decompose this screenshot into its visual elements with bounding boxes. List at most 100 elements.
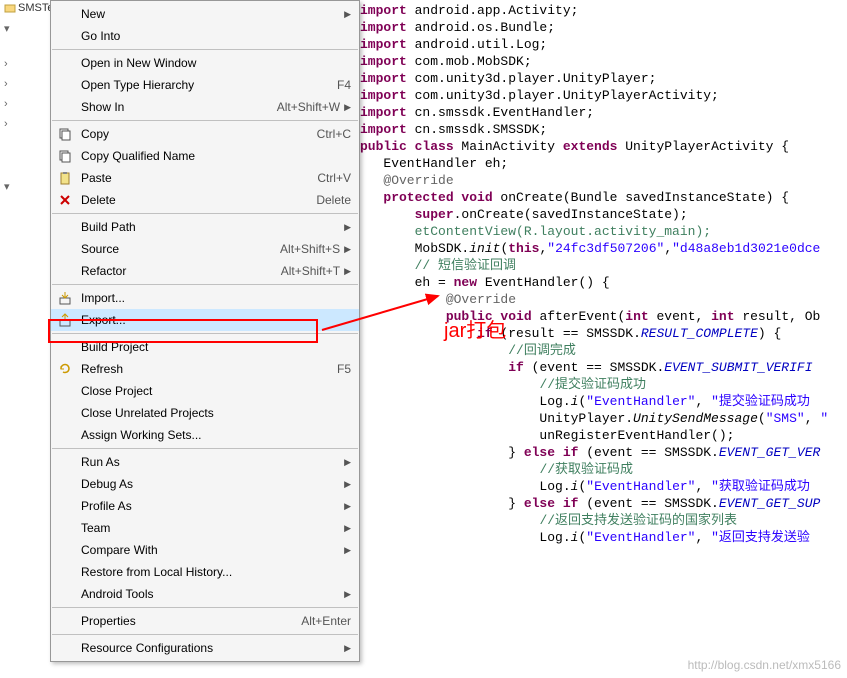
- menu-separator: [52, 607, 358, 608]
- tree-expander[interactable]: ▾: [4, 22, 10, 35]
- menu-item-open-type-hierarchy[interactable]: Open Type HierarchyF4: [51, 74, 359, 96]
- menu-item-go-into[interactable]: Go Into: [51, 25, 359, 47]
- menu-separator: [52, 634, 358, 635]
- menu-item-label: Assign Working Sets...: [77, 428, 351, 442]
- submenu-arrow-icon: ▶: [340, 9, 351, 20]
- submenu-arrow-icon: ▶: [340, 479, 351, 490]
- menu-item-refresh[interactable]: RefreshF5: [51, 358, 359, 380]
- code-line: } else if (event == SMSSDK.EVENT_GET_SUP: [360, 495, 847, 512]
- menu-item-label: Team: [77, 521, 340, 535]
- menu-item-team[interactable]: Team▶: [51, 517, 359, 539]
- code-line: //返回支持发送验证码的国家列表: [360, 512, 847, 529]
- submenu-arrow-icon: ▶: [340, 244, 351, 255]
- submenu-arrow-icon: ▶: [340, 457, 351, 468]
- menu-item-debug-as[interactable]: Debug As▶: [51, 473, 359, 495]
- submenu-arrow-icon: ▶: [340, 501, 351, 512]
- menu-item-label: Android Tools: [77, 587, 340, 601]
- blank-icon: [53, 476, 77, 492]
- menu-item-run-as[interactable]: Run As▶: [51, 451, 359, 473]
- menu-item-close-project[interactable]: Close Project: [51, 380, 359, 402]
- menu-item-shortcut: F5: [329, 362, 351, 376]
- menu-item-copy[interactable]: CopyCtrl+C: [51, 123, 359, 145]
- tree-expander[interactable]: ›: [4, 98, 8, 110]
- menu-item-label: Resource Configurations: [77, 641, 340, 655]
- menu-item-copy-qualified-name[interactable]: Copy Qualified Name: [51, 145, 359, 167]
- code-line: if (result == SMSSDK.RESULT_COMPLETE) {: [360, 325, 847, 342]
- blank-icon: [53, 99, 77, 115]
- blank-icon: [53, 263, 77, 279]
- menu-item-shortcut: F4: [329, 78, 351, 92]
- menu-separator: [52, 333, 358, 334]
- blank-icon: [53, 613, 77, 629]
- project-explorer[interactable]: SMSTest ▾ › › › › ▾: [0, 0, 50, 678]
- tree-expander[interactable]: ▾: [4, 180, 10, 193]
- code-line: import cn.smssdk.SMSSDK;: [360, 121, 847, 138]
- code-line: if (event == SMSSDK.EVENT_SUBMIT_VERIFI: [360, 359, 847, 376]
- submenu-arrow-icon: ▶: [340, 102, 351, 113]
- menu-item-label: Debug As: [77, 477, 340, 491]
- code-line: Log.i("EventHandler", "提交验证码成功: [360, 393, 847, 410]
- submenu-arrow-icon: ▶: [340, 266, 351, 277]
- menu-item-resource-configurations[interactable]: Resource Configurations▶: [51, 637, 359, 659]
- code-line: MobSDK.init(this,"24fc3df507206","d48a8e…: [360, 240, 847, 257]
- code-line: //回调完成: [360, 342, 847, 359]
- menu-item-assign-working-sets[interactable]: Assign Working Sets...: [51, 424, 359, 446]
- submenu-arrow-icon: ▶: [340, 222, 351, 233]
- context-menu: New▶Go IntoOpen in New WindowOpen Type H…: [50, 0, 360, 662]
- code-line: public void afterEvent(int event, int re…: [360, 308, 847, 325]
- menu-item-properties[interactable]: PropertiesAlt+Enter: [51, 610, 359, 632]
- submenu-arrow-icon: ▶: [340, 523, 351, 534]
- menu-item-paste[interactable]: PasteCtrl+V: [51, 167, 359, 189]
- menu-item-label: Build Project: [77, 340, 351, 354]
- menu-item-export[interactable]: Export...: [51, 309, 359, 331]
- blank-icon: [53, 77, 77, 93]
- menu-item-show-in[interactable]: Show InAlt+Shift+W▶: [51, 96, 359, 118]
- menu-item-android-tools[interactable]: Android Tools▶: [51, 583, 359, 605]
- blank-icon: [53, 498, 77, 514]
- code-line: import com.unity3d.player.UnityPlayerAct…: [360, 87, 847, 104]
- blank-icon: [53, 383, 77, 399]
- code-line: import com.unity3d.player.UnityPlayer;: [360, 70, 847, 87]
- menu-item-label: Profile As: [77, 499, 340, 513]
- menu-item-label: New: [77, 7, 340, 21]
- menu-item-import[interactable]: Import...: [51, 287, 359, 309]
- menu-item-build-path[interactable]: Build Path▶: [51, 216, 359, 238]
- menu-item-build-project[interactable]: Build Project: [51, 336, 359, 358]
- menu-item-shortcut: Delete: [308, 193, 351, 207]
- menu-item-new[interactable]: New▶: [51, 3, 359, 25]
- submenu-arrow-icon: ▶: [340, 589, 351, 600]
- menu-item-label: Paste: [77, 171, 309, 185]
- menu-item-refactor[interactable]: RefactorAlt+Shift+T▶: [51, 260, 359, 282]
- menu-item-label: Show In: [77, 100, 269, 114]
- menu-item-restore-from-local-history[interactable]: Restore from Local History...: [51, 561, 359, 583]
- menu-item-compare-with[interactable]: Compare With▶: [51, 539, 359, 561]
- menu-item-open-in-new-window[interactable]: Open in New Window: [51, 52, 359, 74]
- menu-item-source[interactable]: SourceAlt+Shift+S▶: [51, 238, 359, 260]
- menu-item-label: Run As: [77, 455, 340, 469]
- tree-expander[interactable]: ›: [4, 118, 8, 130]
- tree-expander[interactable]: ›: [4, 78, 8, 90]
- menu-item-label: Close Project: [77, 384, 351, 398]
- code-line: //提交验证码成功: [360, 376, 847, 393]
- blank-icon: [53, 6, 77, 22]
- menu-item-close-unrelated-projects[interactable]: Close Unrelated Projects: [51, 402, 359, 424]
- menu-item-shortcut: Ctrl+C: [309, 127, 351, 141]
- code-line: eh = new EventHandler() {: [360, 274, 847, 291]
- tree-expander[interactable]: ›: [4, 58, 8, 70]
- menu-item-shortcut: Alt+Shift+W: [269, 100, 340, 114]
- blank-icon: [53, 219, 77, 235]
- menu-item-label: Delete: [77, 193, 308, 207]
- menu-item-profile-as[interactable]: Profile As▶: [51, 495, 359, 517]
- code-editor[interactable]: import android.app.Activity;import andro…: [360, 0, 847, 678]
- export-icon: [53, 312, 77, 328]
- code-line: EventHandler eh;: [360, 155, 847, 172]
- menu-item-label: Build Path: [77, 220, 340, 234]
- menu-item-shortcut: Alt+Shift+S: [272, 242, 340, 256]
- code-line: @Override: [360, 291, 847, 308]
- menu-item-label: Properties: [77, 614, 293, 628]
- menu-item-label: Close Unrelated Projects: [77, 406, 351, 420]
- menu-item-delete[interactable]: DeleteDelete: [51, 189, 359, 211]
- blank-icon: [53, 586, 77, 602]
- menu-item-label: Source: [77, 242, 272, 256]
- menu-item-label: Copy: [77, 127, 309, 141]
